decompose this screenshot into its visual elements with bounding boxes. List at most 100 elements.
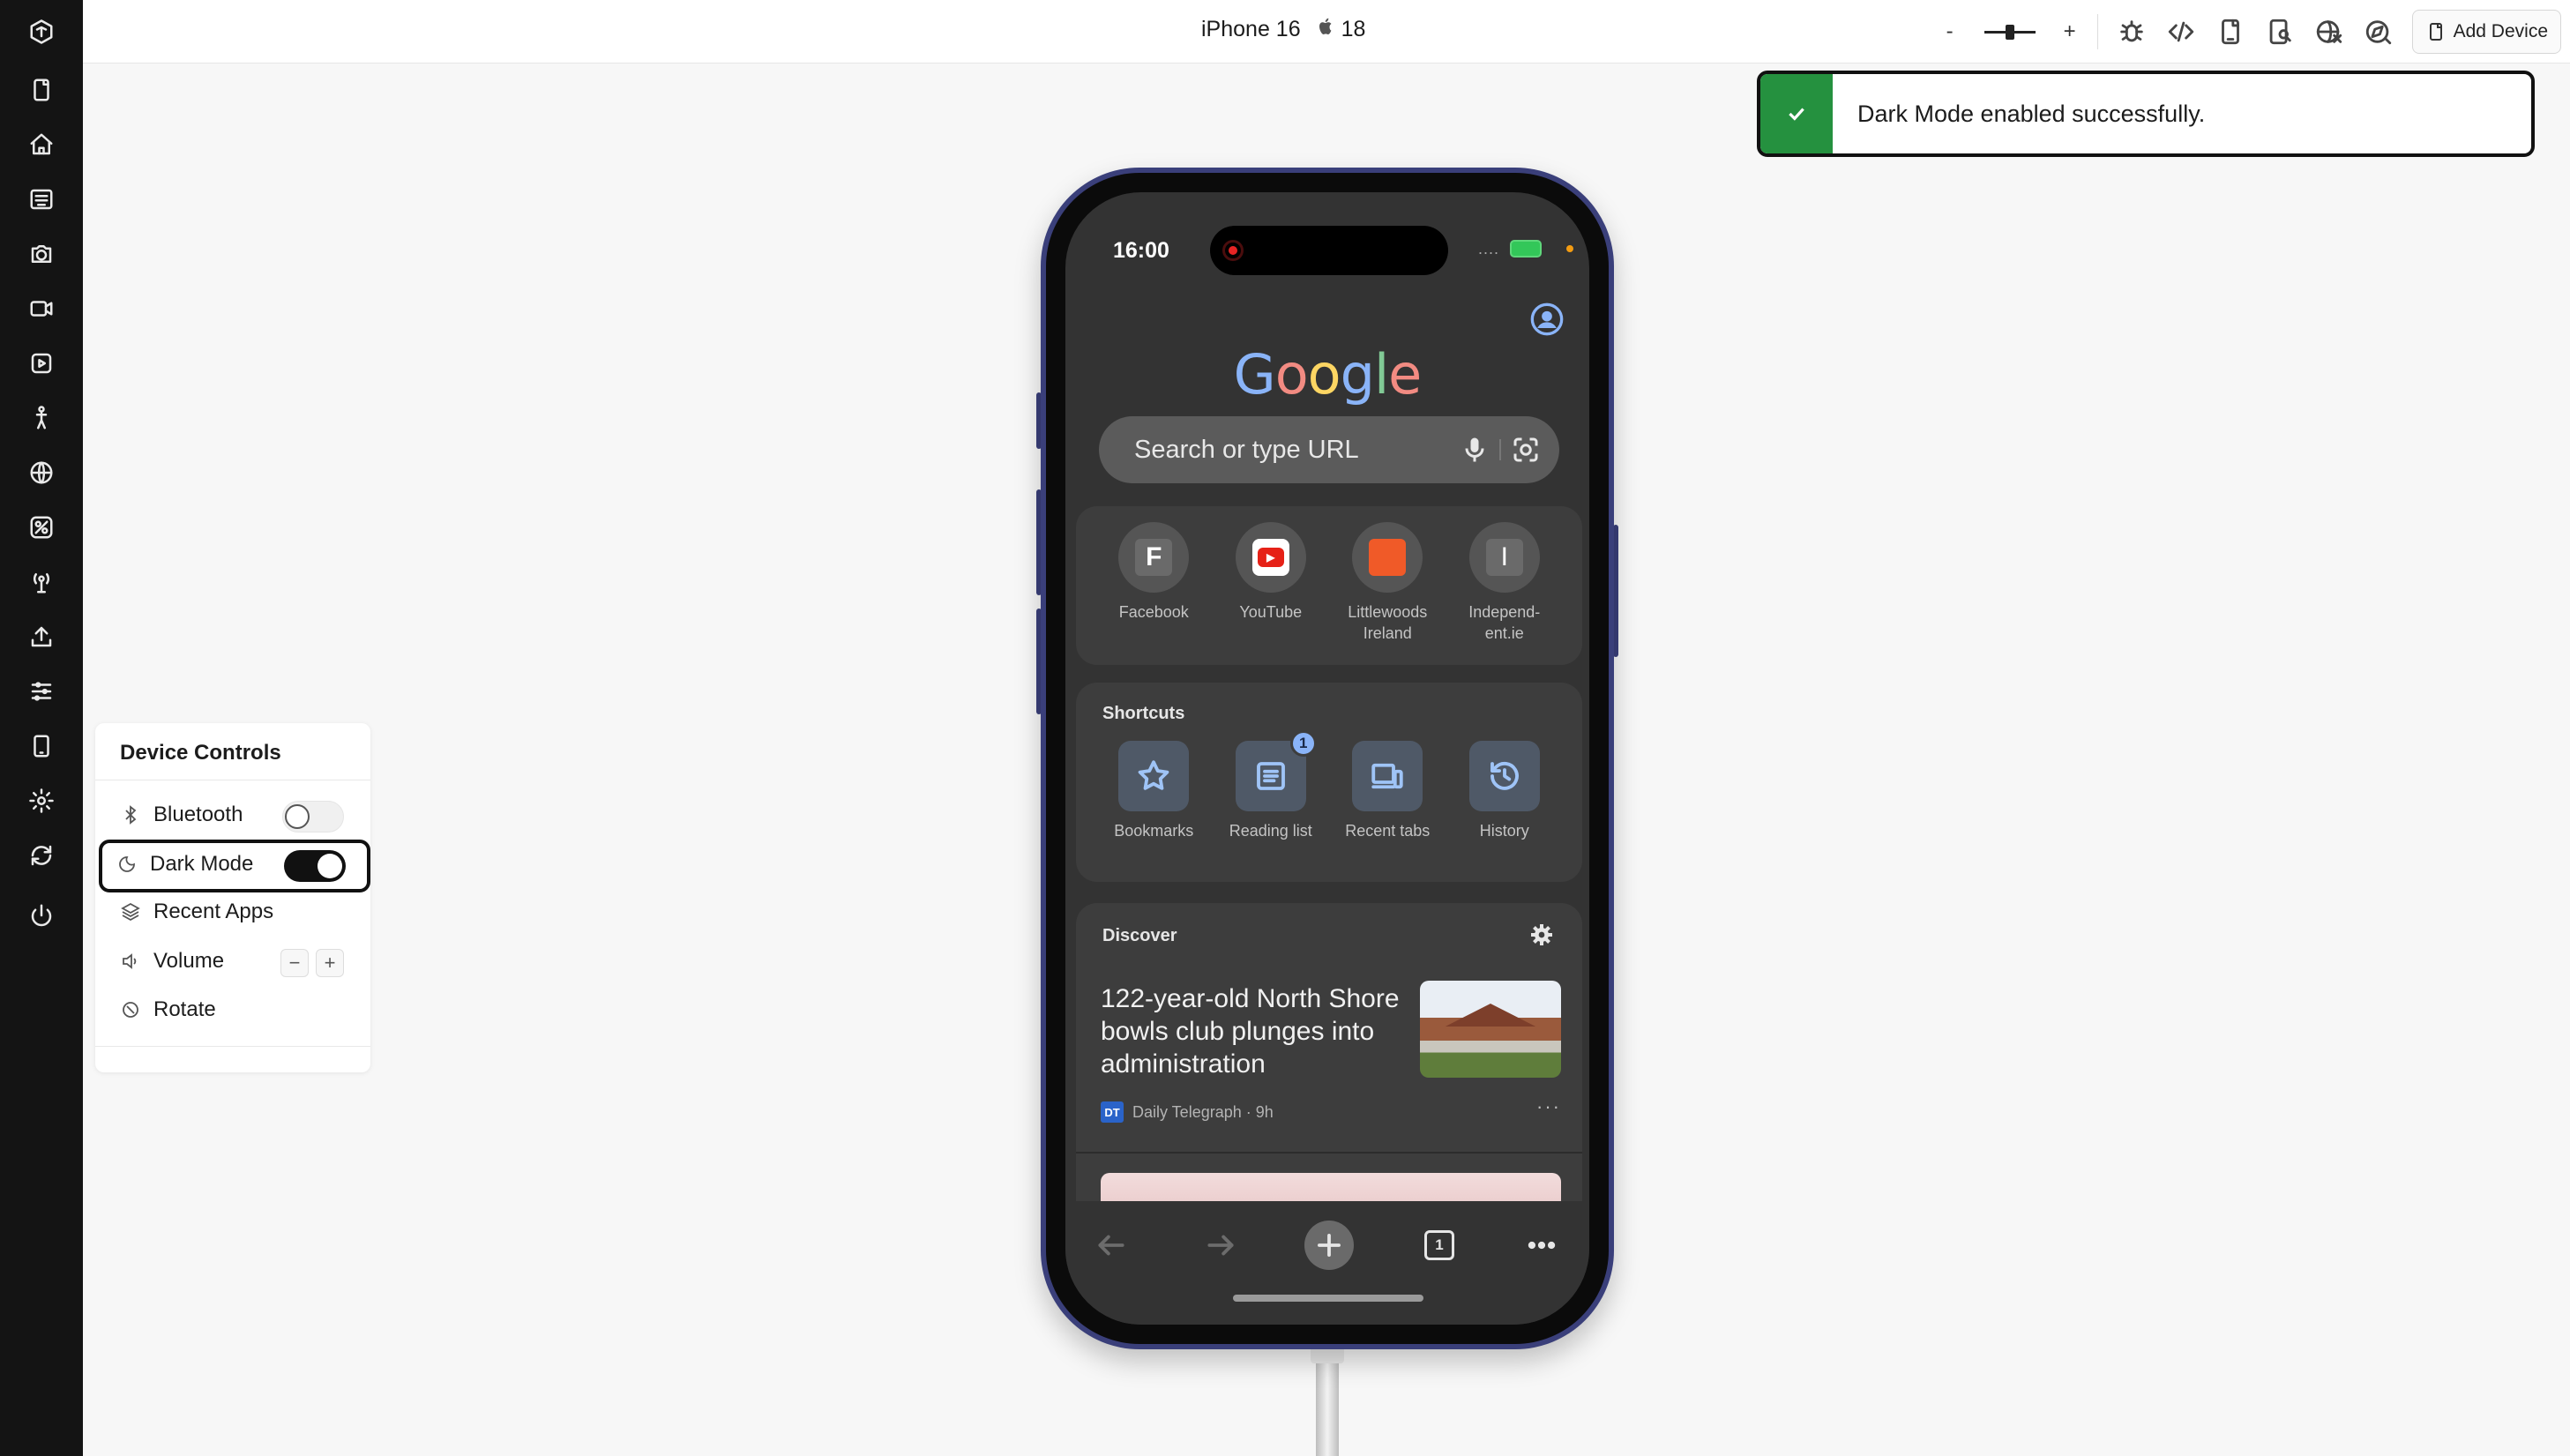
media-icon[interactable] xyxy=(24,346,59,381)
device-search-icon xyxy=(2269,19,2291,45)
video-icon[interactable] xyxy=(24,291,59,326)
search-divider xyxy=(1499,439,1501,460)
google-lens-icon[interactable] xyxy=(1510,434,1542,466)
device-file-icon xyxy=(2221,19,2239,45)
home-indicator[interactable] xyxy=(1233,1295,1423,1302)
dynamic-island xyxy=(1210,226,1448,275)
profile-icon[interactable] xyxy=(1529,302,1565,337)
device-info-button[interactable] xyxy=(2206,11,2255,53)
discover-title: Discover xyxy=(1102,926,1177,945)
phone-screen[interactable]: 16:00 .... Google Search or type URL F F… xyxy=(1065,192,1589,1325)
home-icon[interactable] xyxy=(24,127,59,162)
upload-icon[interactable] xyxy=(24,619,59,654)
recording-icon xyxy=(1222,240,1244,261)
antenna-icon[interactable] xyxy=(24,564,59,600)
youtube-play-glyph: ▶ xyxy=(1257,548,1284,567)
search-placeholder: Search or type URL xyxy=(1134,436,1359,464)
shortcut-label: Bookmarks xyxy=(1114,822,1194,840)
google-letter: e xyxy=(1388,342,1422,407)
layers-icon xyxy=(121,902,140,922)
speaker-icon xyxy=(123,953,137,969)
shortcut-recent-tabs[interactable]: Recent tabs xyxy=(1334,741,1440,841)
top-site-independent[interactable]: I Independ-ent.ie xyxy=(1452,522,1558,645)
accessibility-icon[interactable] xyxy=(24,400,59,436)
camera-icon[interactable] xyxy=(24,236,59,272)
refresh-icon[interactable] xyxy=(24,838,59,873)
toggle-knob xyxy=(285,804,310,829)
forward-button[interactable] xyxy=(1196,1221,1245,1270)
inspect-code-button[interactable] xyxy=(2156,11,2206,53)
microphone-icon[interactable] xyxy=(1459,434,1490,466)
power-icon[interactable] xyxy=(24,898,59,933)
device-title: iPhone 16 18 xyxy=(1201,16,1365,43)
toolbar-divider xyxy=(2096,14,2098,49)
settings-icon[interactable] xyxy=(24,783,59,818)
bluetooth-control: Bluetooth xyxy=(120,803,243,827)
volume-up-button[interactable]: + xyxy=(316,949,344,977)
top-site-youtube[interactable]: ▶ YouTube xyxy=(1218,522,1324,645)
network-icon[interactable] xyxy=(24,510,59,545)
shortcut-reading-list[interactable]: 1 Reading list xyxy=(1218,730,1324,841)
device-icon[interactable] xyxy=(24,72,59,108)
shortcut-history[interactable]: History xyxy=(1452,741,1558,841)
shortcuts-card: Shortcuts Bookmarks 1 Reading list Recen… xyxy=(1076,683,1582,882)
zoom-slider[interactable] xyxy=(1984,19,2036,45)
top-site-label: Facebook xyxy=(1118,603,1189,621)
news-source-text: Daily Telegraph · 9h xyxy=(1132,1102,1274,1121)
google-letter: G xyxy=(1233,342,1276,407)
history-icon xyxy=(1468,741,1540,811)
news-thumbnail[interactable] xyxy=(1420,981,1561,1078)
shortcut-bookmarks[interactable]: Bookmarks xyxy=(1101,741,1207,841)
zoom-slider-thumb[interactable] xyxy=(2005,25,2014,40)
more-menu-button[interactable] xyxy=(1517,1221,1566,1270)
new-tab-button[interactable] xyxy=(1304,1221,1354,1270)
add-device-icon xyxy=(2429,23,2442,41)
littlewoods-icon xyxy=(1352,522,1423,593)
iphone-frame: 16:00 .... Google Search or type URL F F… xyxy=(1041,168,1614,1349)
logo-icon[interactable] xyxy=(24,14,59,49)
independent-glyph: I xyxy=(1485,539,1523,576)
recent-apps-label: Recent Apps xyxy=(153,900,274,923)
os-version: 18 xyxy=(1341,17,1366,41)
sliders-icon[interactable] xyxy=(24,674,59,709)
top-site-littlewoods[interactable]: Littlewoods Ireland xyxy=(1334,522,1440,645)
bluetooth-label: Bluetooth xyxy=(153,803,243,826)
shortcut-label: Reading list xyxy=(1229,822,1312,840)
back-button[interactable] xyxy=(1087,1221,1136,1270)
plus-icon xyxy=(1318,1234,1341,1257)
news-headline[interactable]: 122-year-old North Shore bowls club plun… xyxy=(1101,982,1418,1080)
toolbar-right: - + Add Device xyxy=(1937,9,2561,55)
app-store-icon[interactable] xyxy=(24,182,59,217)
bluetooth-toggle[interactable] xyxy=(282,801,344,833)
battery-charging-icon xyxy=(1510,240,1542,258)
geolocation-button[interactable] xyxy=(2354,11,2403,53)
top-site-facebook[interactable]: F Facebook xyxy=(1101,522,1207,645)
zoom-in-button[interactable]: + xyxy=(2057,19,2083,44)
rotate-control[interactable]: Rotate xyxy=(120,997,216,1022)
left-sidebar xyxy=(0,0,83,1456)
debug-button[interactable] xyxy=(2107,11,2156,53)
phone-outline-icon[interactable] xyxy=(24,728,59,764)
globe-icon[interactable] xyxy=(24,455,59,490)
recent-apps-control[interactable]: Recent Apps xyxy=(120,900,273,924)
volume-down-button[interactable]: − xyxy=(280,949,309,977)
device-controls-panel: Device Controls Bluetooth Dark Mode Rece… xyxy=(95,723,370,1072)
omnibox-search[interactable]: Search or type URL xyxy=(1099,416,1559,483)
phone-bezel: 16:00 .... Google Search or type URL F F… xyxy=(1046,173,1609,1344)
tab-switcher-button[interactable]: 1 xyxy=(1415,1221,1464,1270)
device-controls-title: Device Controls xyxy=(120,741,281,765)
shortcuts-row: Bookmarks 1 Reading list Recent tabs His… xyxy=(1076,730,1582,841)
news-more-icon[interactable]: ··· xyxy=(1536,1095,1561,1118)
tab-count: 1 xyxy=(1424,1230,1454,1260)
discover-settings-icon[interactable] xyxy=(1528,921,1556,949)
zoom-out-button[interactable]: - xyxy=(1937,19,1963,44)
globe-off-icon xyxy=(2316,20,2342,43)
add-device-button[interactable]: Add Device xyxy=(2411,10,2561,54)
more-dots-icon xyxy=(1528,1241,1556,1250)
device-search-button[interactable] xyxy=(2255,11,2305,53)
independent-icon: I xyxy=(1468,522,1540,593)
network-throttle-button[interactable] xyxy=(2305,11,2354,53)
signal-icon: .... xyxy=(1478,240,1500,258)
status-time: 16:00 xyxy=(1113,238,1169,263)
top-site-label: YouTube xyxy=(1239,603,1303,621)
